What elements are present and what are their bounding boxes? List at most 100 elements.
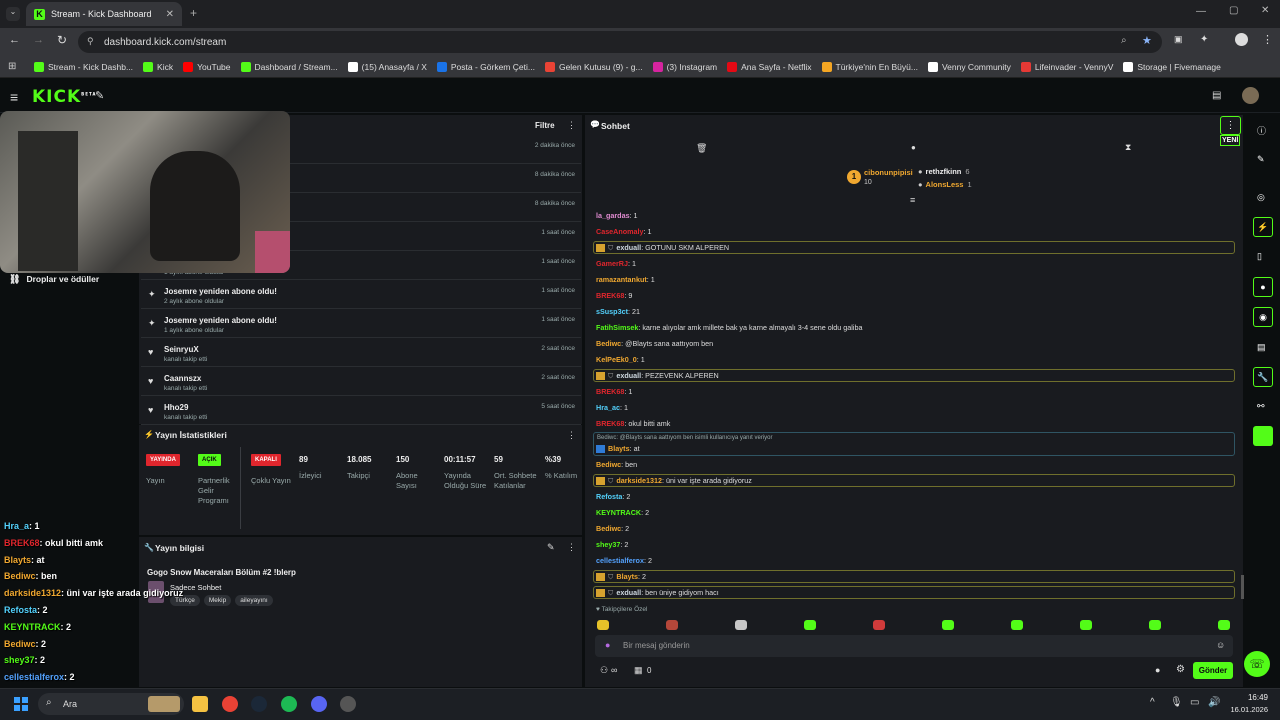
tray-chevron-icon[interactable]: ^ bbox=[1150, 697, 1155, 708]
bookmark-item[interactable]: Dashboard / Stream... bbox=[240, 61, 338, 72]
chat-username[interactable]: exduall bbox=[616, 588, 641, 597]
emote-icon[interactable] bbox=[597, 620, 609, 630]
chat-menu-button[interactable]: ⋮ bbox=[1220, 116, 1241, 135]
chat-username[interactable]: Hra_ac bbox=[596, 403, 620, 412]
minimize-button[interactable]: — bbox=[1196, 6, 1206, 17]
emote-icon[interactable] bbox=[666, 620, 678, 630]
drops-rewards-item[interactable]: ⛓ Droplar ve ödüller bbox=[9, 274, 99, 285]
bookmark-item[interactable]: Stream - Kick Dashb... bbox=[34, 61, 133, 72]
chat-username[interactable]: darkside1312 bbox=[616, 476, 662, 485]
chat-username[interactable]: KelPeEk0_0 bbox=[596, 355, 637, 364]
steam-icon[interactable] bbox=[251, 696, 267, 712]
chat-username[interactable]: BREK68 bbox=[596, 291, 624, 300]
points-icon[interactable]: ⚇ bbox=[600, 665, 608, 676]
send-button[interactable]: Gönder bbox=[1193, 662, 1233, 679]
taskbar-search[interactable]: ⌕ Ara bbox=[38, 693, 184, 715]
close-tab-icon[interactable]: ✕ bbox=[166, 9, 174, 20]
chat-username[interactable]: ramazantankut bbox=[596, 275, 647, 284]
microphone-icon[interactable]: ● bbox=[605, 640, 610, 650]
chat-username[interactable]: BREK68 bbox=[596, 387, 624, 396]
top-gifter-name[interactable]: cibonunpipisi bbox=[864, 168, 913, 177]
chat-username[interactable]: Bediwc bbox=[596, 524, 621, 533]
clock-date[interactable]: 16.01.2026 bbox=[1224, 705, 1268, 714]
bot-button[interactable] bbox=[1253, 426, 1273, 446]
settings-gear-icon[interactable]: ⚙ bbox=[1176, 664, 1185, 675]
chat-toggle-button[interactable]: ● bbox=[1253, 277, 1273, 297]
forward-arrow-icon[interactable]: → bbox=[33, 34, 44, 46]
trash-icon[interactable]: 🗑 bbox=[696, 143, 707, 154]
gifter-row[interactable]: ● rethzfkinn 6 bbox=[918, 167, 970, 176]
chat-username[interactable]: Bediwc bbox=[596, 339, 621, 348]
reload-icon[interactable]: ↻ bbox=[57, 33, 67, 47]
gifter-row[interactable]: ● AlonsLess 1 bbox=[918, 180, 972, 189]
zoom-icon[interactable]: ⌕ bbox=[1121, 35, 1127, 46]
chat-mode-icon[interactable]: ● bbox=[911, 143, 916, 152]
stats-menu-icon[interactable]: ⋮ bbox=[567, 430, 576, 441]
lightning-button[interactable]: ⚡ bbox=[1253, 217, 1273, 237]
bookmark-item[interactable]: YouTube bbox=[183, 61, 231, 72]
apps-grid-icon[interactable]: ⊞ bbox=[8, 61, 16, 72]
activity-menu-icon[interactable]: ⋮ bbox=[567, 120, 576, 131]
chat-username[interactable]: sSusp3ct bbox=[596, 307, 628, 316]
emote-icon[interactable] bbox=[1149, 620, 1161, 630]
site-info-icon[interactable]: ⚲ bbox=[87, 36, 94, 47]
extension-icon[interactable]: ▣ bbox=[1174, 34, 1183, 45]
tray-network-icon[interactable]: ▭ bbox=[1190, 697, 1199, 708]
chat-username[interactable]: BREK68 bbox=[596, 419, 624, 428]
tab-search-button[interactable]: ⌄ bbox=[6, 7, 20, 21]
emote-icon[interactable] bbox=[1011, 620, 1023, 630]
chat-username[interactable]: FatihSimsek bbox=[596, 323, 638, 332]
tag-chip[interactable]: aileyayını bbox=[235, 595, 273, 606]
filter-button[interactable]: Filtre bbox=[535, 121, 555, 130]
info-menu-icon[interactable]: ⋮ bbox=[567, 542, 576, 553]
emote-icon[interactable] bbox=[1218, 620, 1230, 630]
bookmark-item[interactable]: (15) Anasayfa / X bbox=[347, 61, 427, 72]
obs-icon[interactable] bbox=[340, 696, 356, 712]
chat-username[interactable]: CaseAnomaly bbox=[596, 227, 644, 236]
chat-scrollbar[interactable] bbox=[1241, 575, 1244, 599]
active-tab[interactable]: K Stream - Kick Dashboard ✕ bbox=[26, 2, 182, 26]
help-chat-button[interactable]: ☏ bbox=[1244, 651, 1270, 677]
chat-username[interactable]: exduall bbox=[616, 371, 641, 380]
browser-menu-icon[interactable]: ⋮ bbox=[1262, 33, 1273, 46]
bookmark-item[interactable]: Ana Sayfa - Netflix bbox=[727, 61, 812, 72]
stream-preview-icon[interactable]: ▤ bbox=[1212, 90, 1221, 101]
chat-username[interactable]: Blayts bbox=[616, 572, 638, 581]
emote-icon[interactable] bbox=[942, 620, 954, 630]
clock-time[interactable]: 16:49 bbox=[1228, 693, 1268, 702]
chat-bubble-small-icon[interactable]: ● bbox=[1155, 665, 1160, 675]
bookmark-item[interactable]: Venny Community bbox=[927, 61, 1011, 72]
expand-gifters-icon[interactable]: ≡ bbox=[910, 195, 915, 205]
broadcast-button[interactable]: ◉ bbox=[1253, 307, 1273, 327]
emote-icon[interactable] bbox=[873, 620, 885, 630]
bookmark-star-icon[interactable]: ★ bbox=[1142, 34, 1152, 47]
chat-username[interactable]: la_gardas bbox=[596, 211, 630, 220]
chat-input[interactable]: ● Bir mesaj gönderin ☺ bbox=[595, 635, 1233, 657]
user-avatar[interactable] bbox=[1242, 87, 1259, 104]
discord-icon[interactable] bbox=[311, 696, 327, 712]
back-arrow-icon[interactable]: ← bbox=[9, 34, 20, 46]
address-bar[interactable]: ⚲ dashboard.kick.com/stream ⌕ ★ bbox=[78, 31, 1162, 53]
bookmark-item[interactable]: Kick bbox=[143, 61, 173, 72]
emote-icon[interactable] bbox=[1080, 620, 1092, 630]
chat-username[interactable]: KEYNTRACK bbox=[596, 508, 641, 517]
close-window-button[interactable]: ✕ bbox=[1261, 5, 1269, 16]
media-icon[interactable]: ▤ bbox=[1257, 342, 1266, 353]
chat-username[interactable]: shey37 bbox=[596, 540, 620, 549]
tag-chip[interactable]: Mekip bbox=[203, 595, 232, 606]
windows-start-icon[interactable] bbox=[14, 697, 28, 711]
edit-pencil-icon[interactable]: ✎ bbox=[547, 542, 555, 553]
tools-button[interactable]: 🔧 bbox=[1253, 367, 1273, 387]
chat-username[interactable]: exduall bbox=[616, 243, 641, 252]
reply-username[interactable]: Blayts bbox=[608, 444, 630, 453]
emote-icon[interactable] bbox=[804, 620, 816, 630]
bookmark-item[interactable]: Posta - Görkem Çeti... bbox=[436, 61, 535, 72]
new-tab-button[interactable]: + bbox=[190, 6, 197, 20]
hamburger-menu-icon[interactable]: ≡ bbox=[10, 89, 18, 105]
store-icon[interactable]: ▦ bbox=[634, 665, 643, 676]
pencil-icon[interactable]: ✎ bbox=[1257, 154, 1265, 165]
hourglass-icon[interactable]: ⧗ bbox=[1125, 142, 1131, 153]
chat-username[interactable]: cellestialferox bbox=[596, 556, 644, 565]
extensions-puzzle-icon[interactable]: ✦ bbox=[1200, 34, 1208, 45]
kick-logo[interactable]: KICKBETA bbox=[32, 87, 96, 107]
